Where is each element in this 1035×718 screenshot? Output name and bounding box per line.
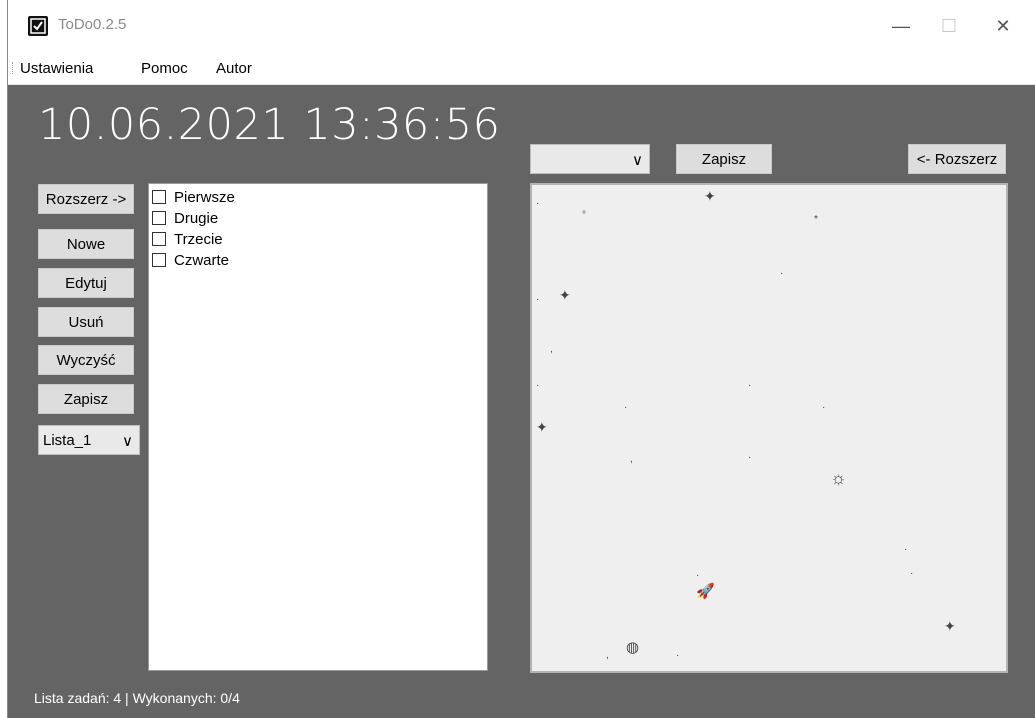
note-select[interactable]: ∨ [530,144,650,174]
space-canvas: · ✦ ° * · · ✦ , · · · · ✦ , · ☼ · · · 🚀 … [530,183,1008,673]
dot-icon: · [822,402,826,413]
dot-icon: · [910,568,914,579]
dot-icon: , [550,344,553,355]
title-bar: ToDo0.2.5 — ☐ ✕ [8,0,1035,52]
task-checkbox[interactable] [152,232,166,246]
app-window: ToDo0.2.5 — ☐ ✕ Ustawienia Pomoc Autor 1… [8,0,1035,718]
dot-icon: · [536,380,540,391]
collapse-button[interactable]: <- Rozszerz [908,144,1006,174]
dot-icon: , [606,650,609,661]
dot-icon: · [536,198,540,209]
menu-grip-icon [12,62,15,74]
star-icon: ✦ [559,287,571,303]
dot-icon: · [536,294,540,305]
chevron-down-icon: ∨ [632,152,643,169]
task-label: Czwarte [174,251,230,269]
task-checkbox[interactable] [152,253,166,267]
dot-icon: , [630,454,633,465]
task-checkbox[interactable] [152,190,166,204]
menu-pomoc[interactable]: Pomoc [141,60,188,77]
minimize-button[interactable]: — [878,8,924,44]
asterisk-star-icon: * [814,214,818,225]
menu-ustawienia[interactable]: Ustawienia [20,60,93,77]
checkbox-app-icon [28,16,48,36]
menu-autor[interactable]: Autor [216,60,252,77]
list-select[interactable]: Lista_1 ∨ [38,425,140,455]
task-label: Trzecie [174,230,223,248]
status-bar: Lista zadań: 4 | Wykonanych: 0/4 [34,690,240,706]
datetime-clock: 10.06.2021 13:36:56 [38,100,501,150]
dot-icon: · [624,402,628,413]
chevron-down-icon: ∨ [122,433,133,450]
edit-button[interactable]: Edytuj [38,268,134,298]
dot-icon: · [676,650,680,661]
list-select-value: Lista_1 [43,432,92,449]
task-label: Drugie [174,209,219,227]
list-item[interactable]: Czwarte [152,250,229,270]
dot-icon: · [780,268,784,279]
list-item[interactable]: Trzecie [152,229,223,249]
globe-icon: ◍ [626,639,640,656]
save-note-button[interactable]: Zapisz [676,144,772,174]
maximize-button[interactable]: ☐ [926,8,972,44]
save-button[interactable]: Zapisz [38,384,134,414]
star-icon: ✦ [704,188,716,204]
dot-icon: · [904,544,908,555]
sun-icon: ☼ [830,468,847,488]
list-item[interactable]: Drugie [152,208,218,228]
task-label: Pierwsze [174,188,235,206]
close-button[interactable]: ✕ [980,8,1026,44]
menu-bar: Ustawienia Pomoc Autor [8,52,1035,85]
window-title: ToDo0.2.5 [58,16,127,33]
dot-icon: · [696,570,700,581]
task-checkbox[interactable] [152,211,166,225]
star-icon: ✦ [536,419,548,435]
star-icon: ✦ [944,618,956,634]
delete-button[interactable]: Usuń [38,307,134,337]
dot-icon: ° [582,210,586,221]
new-button[interactable]: Nowe [38,229,134,259]
task-list[interactable]: Pierwsze Drugie Trzecie Czwarte [148,183,488,671]
expand-button[interactable]: Rozszerz -> [38,184,134,214]
dot-icon: · [748,380,752,391]
dot-icon: · [748,452,752,463]
list-item[interactable]: Pierwsze [152,187,235,207]
clear-button[interactable]: Wyczyść [38,345,134,375]
rocket-icon: 🚀 [696,583,715,600]
